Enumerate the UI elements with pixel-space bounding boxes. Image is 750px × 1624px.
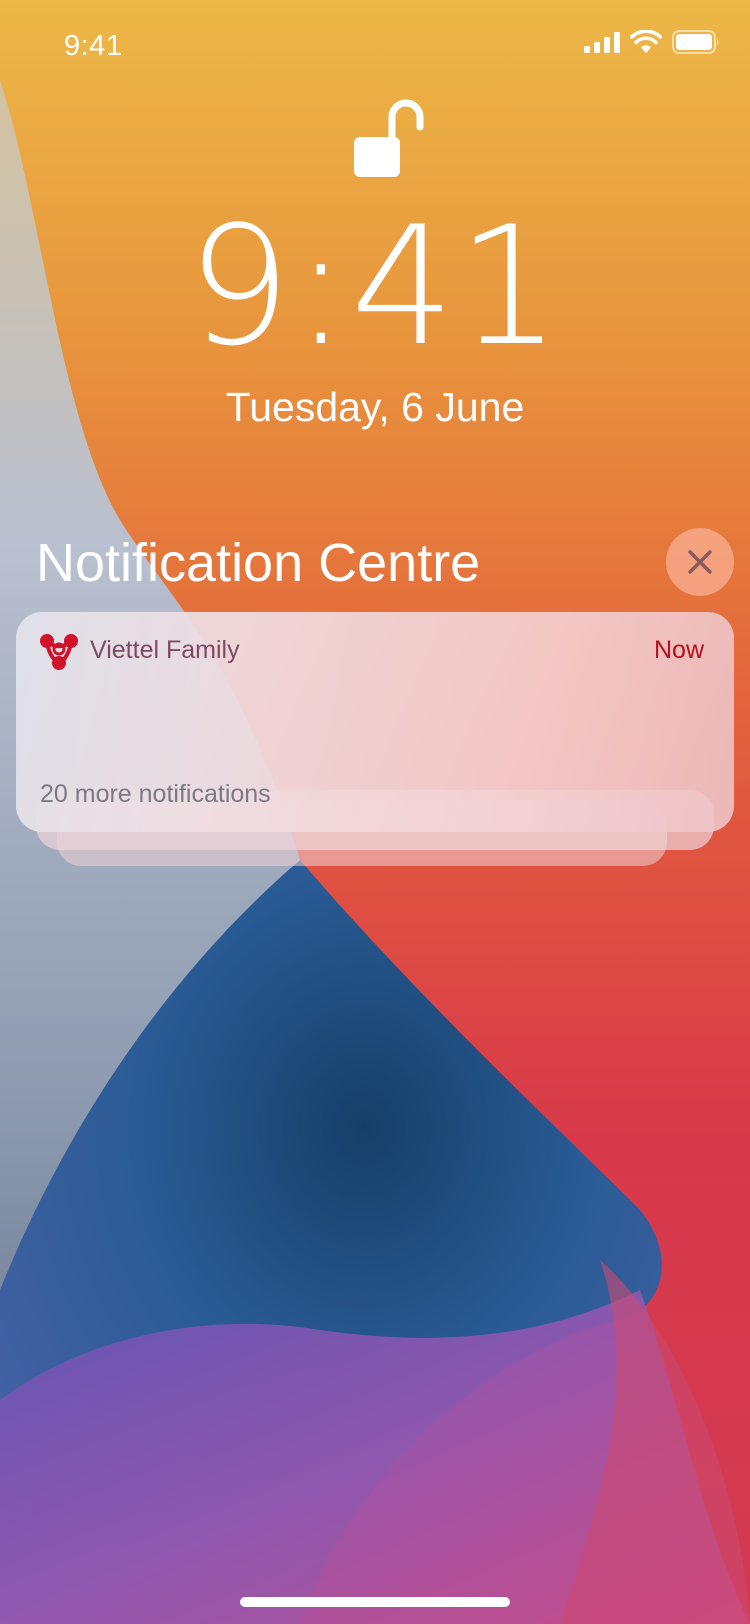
close-icon bbox=[688, 550, 712, 574]
status-icons bbox=[584, 30, 720, 54]
status-time: 9:41 bbox=[64, 30, 123, 62]
lock-screen-time: 9:41 bbox=[186, 191, 564, 382]
unlocked-padlock-icon[interactable] bbox=[348, 93, 428, 179]
viettel-family-logo bbox=[40, 634, 78, 670]
lock-screen-date: Tuesday, 6 June bbox=[225, 384, 525, 430]
status-bar: 9:41 bbox=[0, 0, 750, 90]
clear-notifications-button[interactable] bbox=[666, 528, 734, 596]
notification-app-name: Viettel Family bbox=[90, 636, 240, 664]
notification-centre-title: Notification Centre bbox=[36, 533, 481, 593]
battery-icon bbox=[672, 30, 719, 54]
cellular-signal-icon bbox=[584, 32, 620, 53]
wifi-icon bbox=[630, 30, 662, 53]
notification-card[interactable]: Viettel Family Now 20 more notifications bbox=[16, 612, 734, 832]
notification-time: Now bbox=[653, 636, 704, 664]
home-indicator[interactable] bbox=[240, 1597, 510, 1607]
more-notifications-label: 20 more notifications bbox=[40, 780, 271, 808]
